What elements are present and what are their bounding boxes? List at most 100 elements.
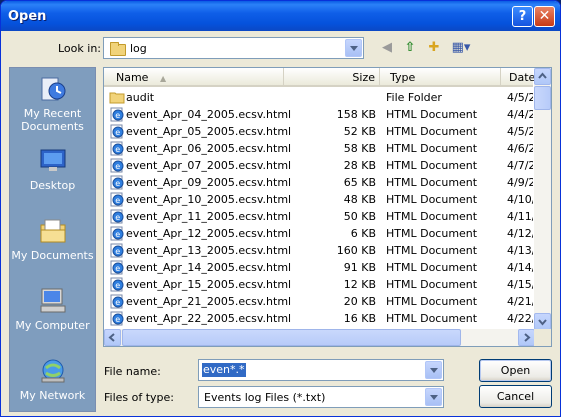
table-row[interactable]: e event_Apr_21_2005.ecsv.html 20 KB HTML Do… <box>104 293 533 310</box>
file-size-cell: 91 KB <box>343 261 376 274</box>
horizontal-scroll-thumb[interactable] <box>122 329 461 346</box>
help-button[interactable]: ? <box>512 6 533 27</box>
close-button[interactable]: ✕ <box>534 6 555 27</box>
file-type-label: Files of type: <box>104 391 175 404</box>
scroll-left-button[interactable] <box>104 329 121 346</box>
up-folder-icon[interactable]: ⇧ <box>401 39 419 57</box>
column-name-label: Name <box>116 71 149 84</box>
table-row[interactable]: e event_Apr_04_2005.ecsv.html 158 KB HTML D… <box>104 106 533 123</box>
horizontal-scrollbar[interactable] <box>104 329 535 346</box>
svg-text:e: e <box>115 145 120 154</box>
file-name-value: even*.* <box>202 363 246 377</box>
html-file-icon: e <box>109 243 125 258</box>
svg-text:e: e <box>115 264 120 273</box>
place-label: Desktop <box>29 179 76 192</box>
file-type-cell: HTML Document <box>386 125 478 138</box>
recent-documents-icon <box>41 77 65 101</box>
column-type[interactable]: Type <box>380 68 501 87</box>
file-date-cell: 4/5/20 <box>507 125 533 138</box>
file-size-cell: 12 KB <box>343 278 376 291</box>
file-date-cell: 4/5/20 <box>507 91 533 104</box>
file-type-cell: HTML Document <box>386 193 478 206</box>
file-date-cell: 4/21/2 <box>507 295 533 308</box>
window-title: Open <box>8 9 47 24</box>
file-name-cell: event_Apr_07_2005.ecsv.html <box>126 159 292 172</box>
table-row[interactable]: e event_Apr_05_2005.ecsv.html 52 KB HTML Do… <box>104 123 533 140</box>
file-type-cell: HTML Document <box>386 210 478 223</box>
vertical-scroll-thumb[interactable] <box>534 86 551 110</box>
file-type-cell: HTML Document <box>386 312 478 325</box>
table-row[interactable]: e event_Apr_13_2005.ecsv.html 160 KB HTML D… <box>104 242 533 259</box>
file-type-cell: HTML Document <box>386 108 478 121</box>
file-type-cell: HTML Document <box>386 278 478 291</box>
places-bar: My Recent Documents Desktop My Documents <box>9 67 96 412</box>
place-desktop[interactable]: Desktop <box>10 146 95 192</box>
open-button[interactable]: Open <box>479 359 552 382</box>
html-file-icon: e <box>109 107 125 122</box>
table-row[interactable]: e event_Apr_09_2005.ecsv.html 65 KB HTML Do… <box>104 174 533 191</box>
file-size-cell: 28 KB <box>343 159 376 172</box>
file-date-cell: 4/4/20 <box>507 108 533 121</box>
table-row[interactable]: e event_Apr_22_2005.ecsv.html 16 KB HTML Do… <box>104 310 533 327</box>
place-label: My Recent Documents <box>21 107 84 133</box>
look-in-label: Look in: <box>58 42 101 55</box>
open-dialog: Open ? ✕ Look in: log ◀ ⇧ ✚ ▦▾ My Recent… <box>0 0 561 417</box>
vertical-scrollbar[interactable] <box>534 68 551 330</box>
back-icon[interactable]: ◀ <box>378 39 396 57</box>
svg-text:e: e <box>115 230 120 239</box>
chevron-down-icon[interactable] <box>345 39 362 57</box>
file-type-cell: HTML Document <box>386 227 478 240</box>
svg-text:e: e <box>115 162 120 171</box>
table-row[interactable]: e event_Apr_07_2005.ecsv.html 28 KB HTML Do… <box>104 157 533 174</box>
file-name-label: File name: <box>104 365 161 378</box>
file-name-cell: event_Apr_14_2005.ecsv.html <box>126 261 292 274</box>
table-row[interactable]: e event_Apr_11_2005.ecsv.html 50 KB HTML Do… <box>104 208 533 225</box>
table-row[interactable]: e event_Apr_06_2005.ecsv.html 58 KB HTML Do… <box>104 140 533 157</box>
place-my-documents[interactable]: My Documents <box>10 216 95 262</box>
table-row[interactable]: e event_Apr_12_2005.ecsv.html 6 KB HTML Doc… <box>104 225 533 242</box>
file-name-cell: event_Apr_12_2005.ecsv.html <box>126 227 292 240</box>
svg-text:e: e <box>115 128 120 137</box>
file-size-cell: 65 KB <box>343 176 376 189</box>
table-row[interactable]: audit File Folder 4/5/20 <box>104 89 533 106</box>
views-menu-icon[interactable]: ▦▾ <box>449 39 473 57</box>
place-my-recent-documents[interactable]: My Recent Documents <box>10 74 95 133</box>
look-in-combo[interactable]: log <box>103 37 364 59</box>
place-my-computer[interactable]: My Computer <box>10 286 95 332</box>
chevron-down-icon[interactable] <box>425 361 442 379</box>
scroll-up-button[interactable] <box>534 68 551 85</box>
file-date-cell: 4/6/20 <box>507 142 533 155</box>
cancel-button[interactable]: Cancel <box>479 385 552 408</box>
title-bar[interactable]: Open ? ✕ <box>1 1 560 31</box>
column-size[interactable]: Size <box>284 68 380 87</box>
svg-text:e: e <box>115 315 120 324</box>
my-computer-icon <box>40 288 65 313</box>
file-name-cell: audit <box>126 91 155 104</box>
scroll-corner <box>534 329 551 346</box>
file-date-cell: 4/7/20 <box>507 159 533 172</box>
file-type-select[interactable]: Events log Files (*.txt) <box>198 386 444 408</box>
table-row[interactable]: e event_Apr_10_2005.ecsv.html 48 KB HTML Do… <box>104 191 533 208</box>
file-size-cell: 6 KB <box>350 227 376 240</box>
html-file-icon: e <box>109 260 125 275</box>
scroll-down-button[interactable] <box>534 313 551 330</box>
scroll-right-button[interactable] <box>518 329 535 346</box>
new-folder-icon[interactable]: ✚ <box>425 39 443 57</box>
chevron-down-icon[interactable] <box>425 388 442 406</box>
table-row[interactable]: e event_Apr_15_2005.ecsv.html 12 KB HTML Do… <box>104 276 533 293</box>
file-size-cell: 20 KB <box>343 295 376 308</box>
file-name-cell: event_Apr_15_2005.ecsv.html <box>126 278 292 291</box>
file-name-input[interactable]: even*.* <box>198 359 444 381</box>
html-file-icon: e <box>109 277 125 292</box>
column-header: Name ▲ Size Type Date <box>104 68 535 87</box>
file-name-cell: event_Apr_06_2005.ecsv.html <box>126 142 292 155</box>
file-size-cell: 58 KB <box>343 142 376 155</box>
column-date[interactable]: Date <box>501 68 535 87</box>
place-my-network[interactable]: My Network <box>10 356 95 402</box>
table-row[interactable]: e event_Apr_14_2005.ecsv.html 91 KB HTML Do… <box>104 259 533 276</box>
file-list[interactable]: Name ▲ Size Type Date audit File Folder 4/… <box>103 67 552 347</box>
my-documents-icon <box>40 219 65 243</box>
html-file-icon: e <box>109 192 125 207</box>
column-name[interactable]: Name ▲ <box>104 68 284 87</box>
place-label: My Computer <box>15 319 90 332</box>
